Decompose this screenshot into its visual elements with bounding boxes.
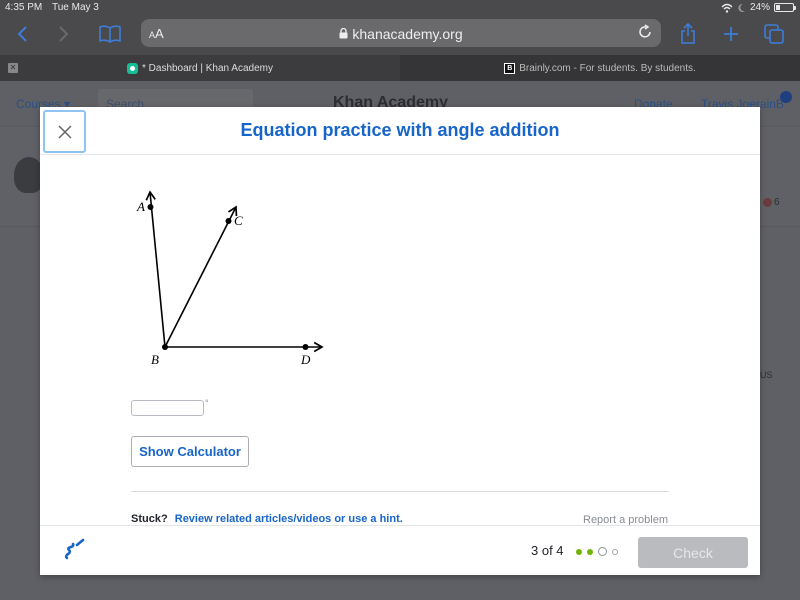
- book-icon: [99, 25, 121, 43]
- bg-badge: 6: [763, 197, 780, 208]
- tabs-icon: [764, 24, 784, 44]
- point-a: [147, 204, 154, 210]
- point-d: [302, 344, 309, 350]
- share-button[interactable]: [674, 22, 702, 46]
- new-tab-button[interactable]: [717, 22, 745, 46]
- wifi-icon: [721, 3, 733, 13]
- moon-icon: [738, 3, 745, 12]
- stuck-label: Stuck?: [131, 513, 168, 525]
- label-c: C: [234, 213, 243, 228]
- battery-icon: [774, 3, 796, 12]
- url-display[interactable]: khanacademy.org: [141, 26, 661, 42]
- hint-link[interactable]: Review related articles/videos or use a …: [175, 513, 403, 525]
- tab-title: Brainly.com - For students. By students.: [519, 62, 696, 74]
- tab-khan-academy[interactable]: ✕ * Dashboard | Khan Academy: [0, 55, 400, 81]
- url-text: khanacademy.org: [352, 26, 463, 42]
- khan-academy-favicon: [126, 62, 138, 74]
- angle-diagram: A B C D: [136, 190, 324, 367]
- status-date: Tue May 3: [52, 2, 99, 13]
- forward-button[interactable]: [50, 22, 78, 46]
- degree-symbol: °: [205, 398, 209, 408]
- modal-footer: 3 of 4 Check: [40, 525, 760, 575]
- battery-percent: 24%: [749, 2, 770, 13]
- back-button[interactable]: [8, 22, 36, 46]
- bookmarks-button[interactable]: [96, 22, 124, 46]
- progress-dot-3: [598, 547, 607, 556]
- ray-bc: [164, 205, 238, 348]
- address-bar[interactable]: AA khanacademy.org: [141, 19, 661, 47]
- chevron-left-icon: [17, 26, 27, 42]
- progress-dot-4: [612, 548, 618, 555]
- modal-header: Equation practice with angle addition: [40, 107, 760, 155]
- show-calculator-button[interactable]: Show Calculator: [131, 436, 249, 467]
- exercise-modal: Equation practice with angle addition A …: [40, 107, 760, 575]
- status-right: 24%: [721, 2, 796, 13]
- point-c: [225, 218, 232, 224]
- ray-ba: [145, 190, 166, 348]
- browser-toolbar: AA khanacademy.org: [0, 16, 800, 55]
- tab-bar: ✕ * Dashboard | Khan Academy B Brainly.c…: [0, 55, 800, 81]
- divider: [131, 491, 669, 492]
- stuck-section: Stuck? Review related articles/videos or…: [131, 513, 403, 525]
- chevron-right-icon: [59, 26, 69, 42]
- label-d: D: [300, 352, 311, 367]
- modal-body: A B C D ° Show Calculator Stuck? Review …: [40, 155, 760, 526]
- label-a: A: [136, 199, 145, 214]
- progress-dots: [576, 547, 618, 556]
- label-b: B: [151, 352, 159, 367]
- modal-title: Equation practice with angle addition: [240, 120, 560, 140]
- tab-brainly[interactable]: B Brainly.com - For students. By student…: [400, 55, 800, 81]
- angle-answer-input[interactable]: [131, 400, 204, 416]
- brainly-favicon: B: [504, 62, 516, 74]
- progress-text: 3 of 4: [531, 543, 564, 558]
- point-b: [162, 344, 168, 350]
- bg-partial-text: US: [760, 370, 773, 380]
- notification-dot: [780, 91, 792, 103]
- share-icon: [681, 23, 695, 44]
- tabs-overview-button[interactable]: [760, 22, 788, 46]
- scratchpad-icon[interactable]: [63, 536, 87, 562]
- lock-icon: [339, 28, 348, 39]
- status-bar: 4:35 PM Tue May 3 24%: [0, 0, 800, 16]
- progress-dot-2: [587, 548, 593, 555]
- answer-row: °: [131, 398, 209, 416]
- check-button[interactable]: Check: [638, 537, 748, 568]
- progress-dot-1: [576, 548, 582, 555]
- badge-count: 6: [774, 197, 780, 208]
- plus-icon: [724, 27, 738, 41]
- close-tab-icon[interactable]: ✕: [8, 63, 18, 73]
- reload-icon[interactable]: [637, 24, 653, 40]
- status-time: 4:35 PM: [5, 2, 43, 13]
- badge-icon: [763, 198, 772, 207]
- tab-title: * Dashboard | Khan Academy: [141, 62, 273, 74]
